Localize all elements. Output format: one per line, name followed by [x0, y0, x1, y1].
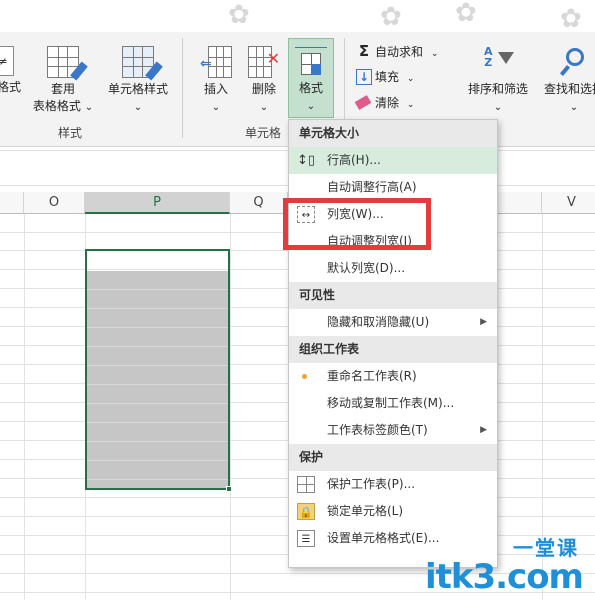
- submenu-arrow-icon: ▶: [480, 317, 487, 327]
- menu-item-rename-sheet[interactable]: 重命名工作表(R): [289, 363, 497, 390]
- find-select-label: 查找和选择: [543, 82, 595, 96]
- watermark-text: itk3.com: [424, 557, 584, 597]
- chevron-down-icon: ⌄: [84, 102, 94, 113]
- search-icon: [558, 46, 590, 78]
- selected-cell-range[interactable]: [85, 249, 232, 492]
- format-cells-dialog-icon: ☰: [297, 530, 315, 547]
- insert-button[interactable]: ⇐ 插入 ⌄: [194, 46, 238, 116]
- menu-item-hide-unhide[interactable]: 隐藏和取消隐藏(U) ▶: [289, 309, 497, 336]
- tab-color-label: 工作表标签颜色(T): [327, 423, 428, 437]
- section-protection: 保护: [289, 444, 497, 471]
- delete-button[interactable]: ✕ 删除 ⌄: [242, 46, 286, 116]
- chevron-down-icon: ⌄: [211, 102, 221, 113]
- section-organize-sheets: 组织工作表: [289, 336, 497, 363]
- lock-cell-label: 锁定单元格(L): [327, 504, 404, 518]
- cell-style-icon: [122, 46, 163, 81]
- table-format-icon: [47, 46, 88, 81]
- fill-handle[interactable]: [226, 486, 232, 492]
- protect-sheet-icon: [297, 476, 315, 493]
- default-width-label: 默认列宽(D)...: [327, 261, 406, 275]
- selection-fill: [87, 271, 228, 488]
- autofit-row-label: 自动调整行高(A): [327, 180, 417, 194]
- submenu-arrow-icon: ▶: [480, 425, 487, 435]
- insert-cells-icon: ⇐: [200, 46, 232, 78]
- column-header-prev[interactable]: [0, 192, 24, 214]
- row-height-icon: ↕▯: [297, 153, 316, 168]
- decor-star-icon: ✿: [380, 2, 402, 32]
- format-button[interactable]: 格式 ⌄: [288, 38, 334, 118]
- annotation-highlight-box: [283, 198, 431, 250]
- bullet-icon: [302, 374, 307, 379]
- menu-item-default-width[interactable]: 默认列宽(D)...: [289, 255, 497, 282]
- delete-label: 删除: [251, 82, 276, 96]
- clear-button[interactable]: 清除 ⌄: [354, 94, 415, 114]
- autosum-label: 自动求和: [375, 45, 424, 59]
- chevron-down-icon: ⌄: [133, 102, 143, 113]
- conditional-format-icon: ≠: [0, 46, 14, 76]
- menu-item-tab-color[interactable]: 工作表标签颜色(T) ▶: [289, 417, 497, 444]
- fill-label: 填充: [375, 70, 400, 84]
- fill-down-icon: ↓: [356, 69, 372, 85]
- conditional-format-label: 格式: [0, 80, 21, 94]
- fill-button[interactable]: ↓ 填充 ⌄: [356, 68, 414, 88]
- title-strip: ✿ ✿ ✿ ✿: [0, 0, 595, 32]
- move-copy-label: 移动或复制工作表(M)...: [327, 396, 455, 410]
- row-height-label: 行高(H)...: [327, 153, 381, 167]
- delete-cells-icon: ✕: [248, 46, 280, 78]
- watermark-logo: 一堂课 itk3.com: [424, 538, 584, 597]
- format-as-table-line1: 套用: [50, 82, 75, 96]
- menu-item-move-copy-sheet[interactable]: 移动或复制工作表(M)...: [289, 390, 497, 417]
- rename-sheet-label: 重命名工作表(R): [327, 369, 417, 383]
- chevron-down-icon: ⌄: [406, 100, 415, 110]
- format-label: 格式: [298, 81, 323, 95]
- grid-line: [230, 214, 231, 600]
- menu-item-autofit-row[interactable]: 自动调整行高(A): [289, 174, 497, 201]
- chevron-down-icon: ⌄: [259, 102, 269, 113]
- cells-group-label: 单元格: [244, 126, 281, 140]
- protect-sheet-label: 保护工作表(P)...: [327, 477, 416, 491]
- styles-group-label: 样式: [57, 126, 82, 140]
- column-header-o[interactable]: O: [24, 192, 85, 214]
- insert-label: 插入: [203, 82, 228, 96]
- sort-filter-icon: AZ: [482, 46, 514, 78]
- menu-item-protect-sheet[interactable]: 保护工作表(P)...: [289, 471, 497, 498]
- cell-styles-button[interactable]: 单元格样式 ⌄: [100, 46, 176, 116]
- grid-line: [24, 214, 25, 600]
- sort-filter-label: 排序和筛选: [467, 82, 528, 96]
- eraser-icon: [354, 95, 372, 110]
- hide-unhide-label: 隐藏和取消隐藏(U): [327, 315, 430, 329]
- find-select-button[interactable]: 查找和选择 ⌄: [536, 46, 595, 116]
- column-header-p[interactable]: P: [85, 192, 230, 214]
- chevron-down-icon: ⌄: [493, 102, 503, 113]
- chevron-down-icon: ⌄: [306, 101, 316, 112]
- decor-star-icon: ✿: [560, 4, 582, 34]
- decor-star-icon: ✿: [228, 0, 250, 30]
- menu-item-format-cells[interactable]: ☰ 设置单元格格式(E)...: [289, 525, 497, 552]
- menu-item-row-height[interactable]: ↕▯ 行高(H)...: [289, 147, 497, 174]
- conditional-format-button[interactable]: ≠ 格式: [0, 46, 26, 96]
- clear-label: 清除: [375, 96, 400, 110]
- menu-item-lock-cell[interactable]: 🔒 锁定单元格(L): [289, 498, 497, 525]
- chevron-down-icon: ⌄: [569, 102, 579, 113]
- sort-filter-button[interactable]: AZ 排序和筛选 ⌄: [462, 46, 534, 116]
- column-header-q[interactable]: Q: [230, 192, 288, 214]
- format-cells-icon: [295, 45, 327, 77]
- section-cell-size: 单元格大小: [289, 120, 497, 147]
- group-separator: [182, 38, 183, 138]
- lock-icon: 🔒: [297, 503, 315, 520]
- format-as-table-line2: 表格格式: [32, 99, 81, 113]
- cell-styles-label: 单元格样式: [107, 82, 168, 96]
- format-cells-label: 设置单元格格式(E)...: [327, 531, 440, 545]
- sigma-icon: Σ: [358, 42, 370, 60]
- column-header-v[interactable]: V: [542, 192, 595, 214]
- chevron-down-icon: ⌄: [406, 74, 415, 84]
- watermark-cn: 一堂课: [513, 536, 579, 560]
- decor-star-icon: ✿: [455, 0, 477, 28]
- format-as-table-button[interactable]: 套用 表格格式 ⌄: [28, 46, 98, 116]
- format-dropdown-menu: 单元格大小 ↕▯ 行高(H)... 自动调整行高(A) ↔ 列宽(W)... 自…: [288, 119, 498, 568]
- autosum-button[interactable]: Σ 自动求和 ⌄: [356, 42, 439, 63]
- section-visibility: 可见性: [289, 282, 497, 309]
- chevron-down-icon: ⌄: [430, 49, 439, 59]
